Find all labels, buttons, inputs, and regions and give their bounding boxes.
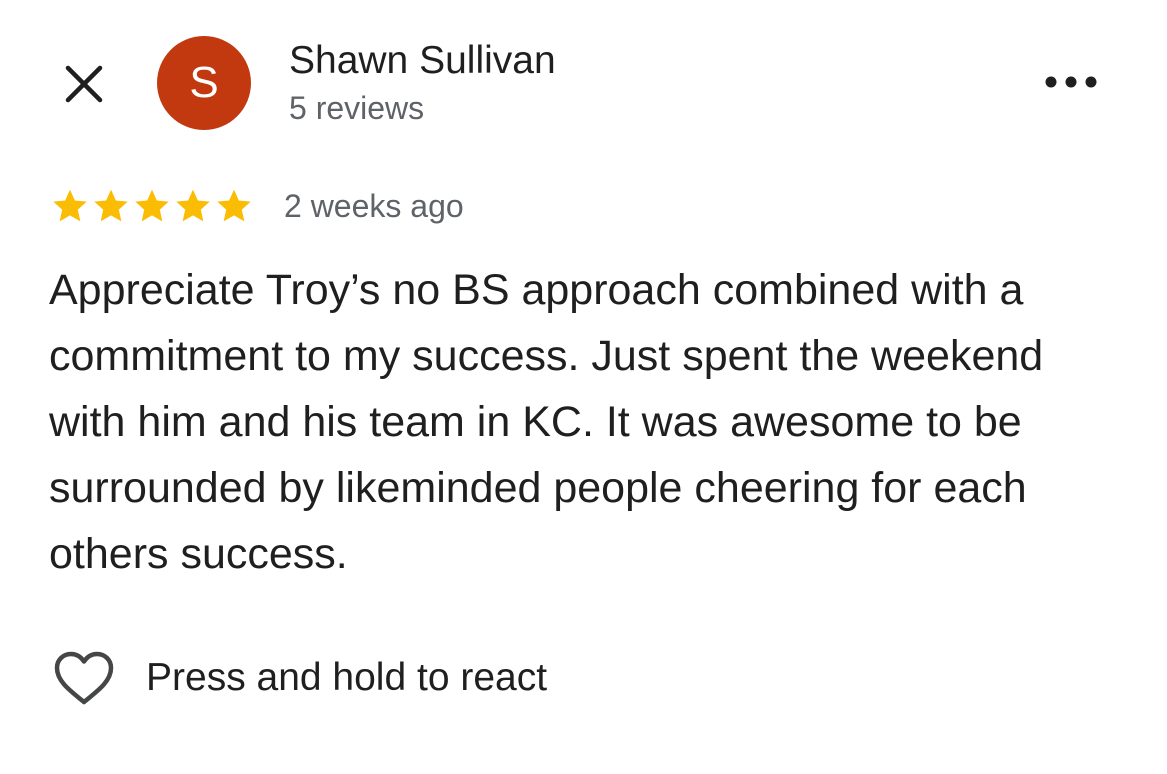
review-date: 2 weeks ago (284, 188, 464, 224)
close-button[interactable] (58, 58, 110, 110)
heart-outline-icon (54, 651, 114, 705)
react-button[interactable]: Press and hold to react (52, 648, 547, 708)
more-options-button[interactable] (1040, 62, 1102, 102)
close-icon (65, 65, 103, 103)
review-text: Appreciate Troy’s no BS approach combine… (49, 266, 1044, 578)
react-label: Press and hold to react (146, 656, 548, 699)
rating-row: 2 weeks ago (50, 184, 464, 228)
star-rating (50, 186, 254, 226)
author-name[interactable]: Shawn Sullivan (289, 38, 556, 84)
star-icon (94, 189, 128, 222)
more-horizontal-icon (1045, 76, 1097, 88)
star-icon (135, 189, 169, 222)
avatar-initial: S (189, 58, 219, 107)
star-icon (53, 189, 87, 222)
review-detail-screen: S Shawn Sullivan 5 reviews 2 weeks ago A… (0, 0, 1167, 774)
review-count: 5 reviews (289, 90, 425, 126)
star-icon (176, 189, 210, 222)
star-icon (217, 189, 251, 222)
avatar[interactable]: S (157, 36, 251, 130)
